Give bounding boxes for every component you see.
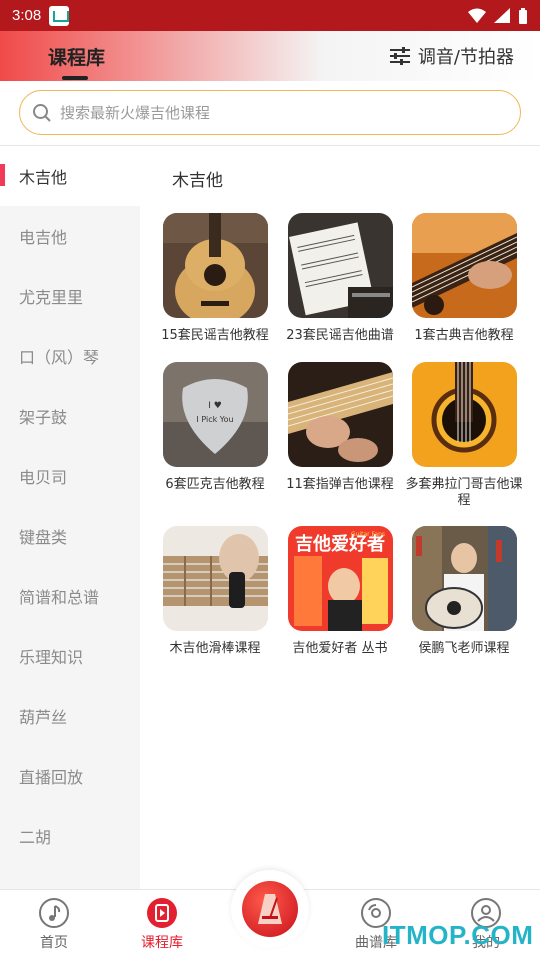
tab-courses-label: 课程库 [141, 935, 183, 951]
watermark-logo: ITMOP.COM [382, 920, 534, 950]
sidebar-item-label: 电贝司 [19, 468, 68, 487]
tab-courses[interactable]: 课程库 [122, 898, 202, 952]
course-label: 15套民谣吉他教程 [161, 328, 269, 343]
top-header: 课程库 调音/节拍器 [0, 31, 540, 81]
course-card[interactable]: 1套古典吉他教程 [402, 213, 526, 344]
search-input[interactable]: 搜索最新火爆吉他课程 [19, 90, 521, 135]
course-label: 1套古典吉他教程 [414, 328, 514, 343]
status-indicators [468, 7, 528, 24]
search-placeholder: 搜索最新火爆吉他课程 [60, 104, 211, 122]
sidebar-item-acoustic-guitar[interactable]: 木吉他 [0, 146, 140, 206]
sidebar-item-label: 乐理知识 [19, 648, 84, 667]
course-thumbnail [287, 362, 393, 467]
tuner-label: 调音/节拍器 [417, 47, 514, 68]
course-card[interactable]: 23套民谣吉他曲谱 [278, 213, 402, 344]
sidebar-item-label: 葫芦丝 [19, 708, 68, 727]
sidebar-item-bass[interactable]: 电贝司 [0, 446, 140, 506]
search-icon [33, 103, 51, 122]
course-play-icon [147, 898, 177, 928]
wifi-icon [468, 8, 486, 23]
sidebar-item-electric-guitar[interactable]: 电吉他 [0, 206, 140, 266]
sidebar-item-label: 简谱和总谱 [19, 588, 100, 607]
course-thumbnail: 吉他爱好者 Guitar Fans [287, 526, 393, 631]
sidebar-item-drums[interactable]: 架子鼓 [0, 386, 140, 446]
section-title: 木吉他 [172, 171, 223, 191]
metronome-icon [242, 881, 298, 937]
sidebar-item-label: 口（风）琴 [19, 348, 100, 367]
app-notification-icon [49, 5, 70, 26]
course-thumbnail: I ♥ I Pick You [162, 362, 268, 467]
sidebar-item-notation[interactable]: 简谱和总谱 [0, 566, 140, 626]
sidebar-item-hulusi[interactable]: 葫芦丝 [0, 686, 140, 746]
sidebar-item-label: 木吉他 [19, 168, 68, 187]
sidebar-item-keyboard[interactable]: 键盘类 [0, 506, 140, 566]
course-label: 多套弗拉门哥吉他课程 [405, 477, 523, 508]
course-card[interactable]: 侯鹏飞老师课程 [402, 526, 526, 657]
svg-text:I Pick You: I Pick You [196, 415, 233, 424]
course-card[interactable]: 吉他爱好者 Guitar Fans 吉他爱好者 丛书 [278, 526, 402, 657]
sidebar-item-label: 尤克里里 [19, 288, 84, 307]
course-card[interactable]: 多套弗拉门哥吉他课程 [402, 362, 526, 509]
course-thumbnail [162, 213, 268, 318]
sidebar-item-label: 键盘类 [19, 528, 68, 547]
sidebar-item-label: 直播回放 [19, 768, 84, 787]
course-thumbnail [162, 526, 268, 631]
category-sidebar: 木吉他 电吉他 尤克里里 口（风）琴 架子鼓 电贝司 键盘类 简谱和总谱 乐理知… [0, 146, 140, 889]
course-label: 木吉他滑棒课程 [169, 641, 261, 656]
course-card[interactable]: 11套指弹吉他课程 [278, 362, 402, 493]
page-title[interactable]: 课程库 [48, 43, 105, 70]
sliders-icon [389, 47, 410, 65]
tuner-metronome-button[interactable]: 调音/节拍器 [389, 43, 514, 69]
status-bar: 3:08 [0, 0, 540, 31]
sidebar-item-harmonica[interactable]: 口（风）琴 [0, 326, 140, 386]
course-label: 侯鹏飞老师课程 [418, 641, 510, 656]
status-time: 3:08 [12, 7, 42, 24]
sidebar-item-label: 二胡 [19, 828, 52, 847]
sidebar-item-live-replay[interactable]: 直播回放 [0, 746, 140, 806]
tab-home-label: 首页 [40, 935, 68, 951]
course-thumbnail [411, 362, 517, 467]
course-label: 6套匹克吉他教程 [165, 477, 265, 492]
course-thumbnail [287, 213, 393, 318]
course-thumbnail [411, 526, 517, 631]
course-label: 吉他爱好者 丛书 [292, 641, 388, 656]
course-card[interactable]: 木吉他滑棒课程 [153, 526, 277, 657]
sidebar-item-ukulele[interactable]: 尤克里里 [0, 266, 140, 326]
signal-icon [494, 8, 510, 23]
title-underline [62, 76, 88, 80]
course-label: 11套指弹吉他课程 [286, 477, 394, 492]
course-label: 23套民谣吉他曲谱 [286, 328, 394, 343]
sidebar-item-label: 电吉他 [19, 228, 68, 247]
course-card[interactable]: I ♥ I Pick You 6套匹克吉他教程 [153, 362, 277, 493]
metronome-button[interactable] [231, 870, 309, 948]
course-card[interactable]: 15套民谣吉他教程 [153, 213, 277, 344]
course-thumbnail [411, 213, 517, 318]
sidebar-item-erhu[interactable]: 二胡 [0, 806, 140, 866]
svg-text:I ♥: I ♥ [208, 401, 222, 411]
music-note-icon [39, 898, 69, 928]
svg-text:Guitar Fans: Guitar Fans [350, 531, 384, 538]
battery-icon [519, 7, 527, 24]
sidebar-item-music-theory[interactable]: 乐理知识 [0, 626, 140, 686]
tab-home[interactable]: 首页 [14, 898, 94, 952]
sidebar-item-label: 架子鼓 [19, 408, 68, 427]
